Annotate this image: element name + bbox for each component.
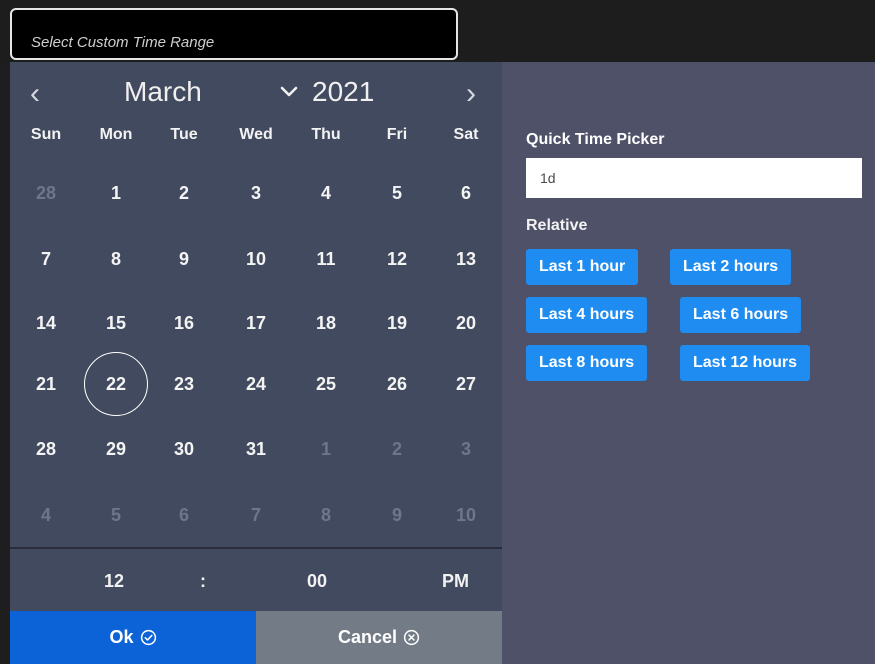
month-select[interactable]: March xyxy=(124,76,202,108)
quick-time-picker-panel: Quick Time Picker Relative Last 1 hour L… xyxy=(502,62,875,664)
relative-option-button[interactable]: Last 6 hours xyxy=(680,297,802,333)
ok-button[interactable]: Ok xyxy=(10,611,256,664)
quick-time-picker-label: Quick Time Picker xyxy=(526,131,665,148)
calendar-day-outside: 28 xyxy=(35,182,57,203)
calendar-day[interactable]: 29 xyxy=(84,417,148,481)
calendar-day[interactable]: 25 xyxy=(294,352,358,416)
calendar-day[interactable]: 2 xyxy=(152,161,216,225)
time-separator: : xyxy=(200,571,206,591)
weekday-label: Thu xyxy=(311,126,341,143)
calendar-day[interactable]: 22 xyxy=(84,352,148,416)
calendar-day[interactable]: 23 xyxy=(152,352,216,416)
calendar-day[interactable]: 1 xyxy=(84,161,148,225)
calendar-day[interactable]: 19 xyxy=(365,291,429,355)
calendar-day[interactable]: 13 xyxy=(434,227,498,291)
calendar-day-outside: 8 xyxy=(320,504,331,525)
calendar-day[interactable]: 21 xyxy=(14,352,78,416)
calendar-day-outside: 2 xyxy=(391,438,402,459)
calendar-day[interactable]: 30 xyxy=(152,417,216,481)
hour-select[interactable]: 12 xyxy=(104,571,124,592)
calendar-day[interactable]: 5 xyxy=(365,161,429,225)
calendar-day[interactable]: 20 xyxy=(434,291,498,355)
relative-option-button[interactable]: Last 2 hours xyxy=(670,249,792,285)
calendar-day[interactable]: 8 xyxy=(84,227,148,291)
check-circle-icon xyxy=(140,629,156,646)
relative-option-button[interactable]: Last 4 hours xyxy=(526,297,648,333)
calendar-day[interactable]: 11 xyxy=(294,227,358,291)
calendar-day[interactable]: 27 xyxy=(434,352,498,416)
time-selector: 12 : 00 PM xyxy=(10,547,502,613)
calendar-day-outside: 9 xyxy=(391,504,402,525)
calendar-day[interactable]: 3 xyxy=(224,161,288,225)
weekday-label: Mon xyxy=(99,126,133,143)
calendar-day[interactable]: 16 xyxy=(152,291,216,355)
calendar-day[interactable]: 18 xyxy=(294,291,358,355)
calendar-day-outside: 1 xyxy=(320,438,331,459)
calendar-day-outside: 7 xyxy=(250,504,261,525)
calendar-day-outside: 3 xyxy=(460,438,471,459)
calendar-day[interactable]: 15 xyxy=(84,291,148,355)
calendar-header: ‹ March 2021 › xyxy=(10,62,502,122)
minute-select[interactable]: 00 xyxy=(307,571,327,592)
calendar-day[interactable]: 17 xyxy=(224,291,288,355)
calendar-day[interactable]: 24 xyxy=(224,352,288,416)
calendar-day-outside: 5 xyxy=(110,504,121,525)
calendar-day[interactable]: 26 xyxy=(365,352,429,416)
weekday-label: Sat xyxy=(453,126,479,143)
calendar-day[interactable]: 6 xyxy=(434,161,498,225)
calendar: ‹ March 2021 › Sun Mon Tue Wed Thu Fri Sat 28 1… xyxy=(10,62,502,664)
calendar-day[interactable]: 10 xyxy=(224,227,288,291)
cancel-button[interactable]: Cancel xyxy=(256,611,502,664)
calendar-day[interactable]: 4 xyxy=(294,161,358,225)
calendar-day-outside: 4 xyxy=(40,504,51,525)
meridiem-select[interactable]: PM xyxy=(442,571,469,592)
calendar-day[interactable]: 7 xyxy=(14,227,78,291)
calendar-day-outside: 6 xyxy=(178,504,189,525)
calendar-day[interactable]: 31 xyxy=(224,417,288,481)
calendar-day[interactable]: 28 xyxy=(14,417,78,481)
weekday-label: Tue xyxy=(170,126,198,143)
year-select[interactable]: 2021 xyxy=(312,76,374,108)
calendar-day[interactable]: 12 xyxy=(365,227,429,291)
close-circle-icon xyxy=(403,629,420,646)
relative-option-button[interactable]: Last 8 hours xyxy=(526,345,648,381)
chevron-down-icon[interactable] xyxy=(278,80,300,102)
calendar-day[interactable]: 14 xyxy=(14,291,78,355)
calendar-day-outside: 10 xyxy=(455,504,477,525)
relative-label: Relative xyxy=(526,217,588,234)
weekday-header: Sun Mon Tue Wed Thu Fri Sat xyxy=(10,126,502,150)
quick-time-input[interactable] xyxy=(526,158,862,198)
weekday-label: Sun xyxy=(30,126,62,143)
cancel-button-label: Cancel xyxy=(337,627,398,647)
custom-time-range-input[interactable] xyxy=(10,8,458,60)
chevron-left-icon[interactable]: ‹ xyxy=(30,74,40,114)
date-time-picker-panel: ‹ March 2021 › Sun Mon Tue Wed Thu Fri Sat 28 1… xyxy=(10,62,875,664)
ok-button-label: Ok xyxy=(109,627,134,647)
chevron-right-icon[interactable]: › xyxy=(466,74,476,114)
relative-option-button[interactable]: Last 12 hours xyxy=(680,345,811,381)
weekday-label: Wed xyxy=(239,126,273,143)
calendar-day[interactable]: 9 xyxy=(152,227,216,291)
relative-option-button[interactable]: Last 1 hour xyxy=(526,249,639,285)
weekday-label: Fri xyxy=(386,126,408,143)
